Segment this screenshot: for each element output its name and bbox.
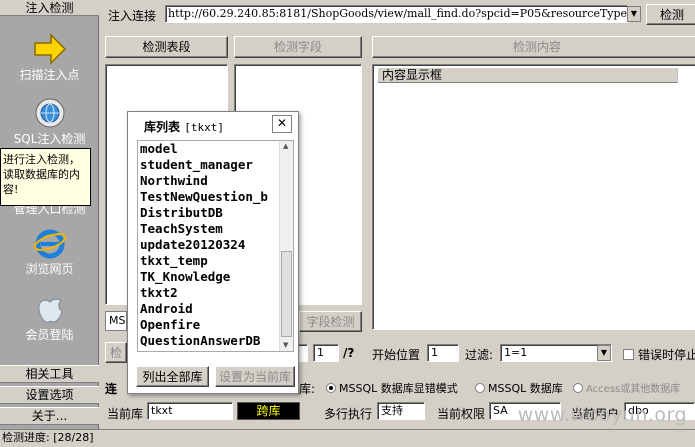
db-list-item[interactable]: TK_Knowledge [138,269,278,285]
db-list-item[interactable]: tkxt_temp [138,253,278,269]
sidebar-item-label: 会员登陆 [25,328,74,342]
watermark: www.wooyun.org [517,404,687,426]
url-label: 注入连接 [108,9,157,23]
field-detect-button[interactable]: 字段检测 [299,311,362,332]
db-list-dialog: 库列表 [tkxt] ✕ model student_manager Northwi… [127,111,299,394]
multi-exec-field[interactable]: 支持 [377,402,425,420]
conn-label-partial: 连 [105,382,118,396]
page-field[interactable]: 1 [313,344,339,362]
checkbox-box [623,349,634,360]
current-db-field[interactable]: tkxt [147,402,233,420]
db-list-item[interactable]: Android [138,301,278,317]
url-dropdown-arrow[interactable]: ▼ [627,6,641,22]
current-perm-label: 当前权限 [437,407,486,421]
detect-content-button[interactable]: 检测内容 [372,36,695,58]
sidebar-btn-tools[interactable]: 相关工具 [0,365,99,383]
sidebar-btn-about[interactable]: 关于... [0,407,99,425]
radio-access-label: Access或其他数据库 [586,384,681,395]
filter-dropdown-arrow[interactable]: ▼ [597,345,611,361]
sidebar-item-scan[interactable]: 扫描注入点 [0,26,99,88]
sidebar-item-label: SQL注入检测 [13,132,86,146]
db-list-item[interactable]: model [138,141,278,157]
content-header: 内容显示框 [378,68,678,83]
db-type-label: 库: [299,382,316,396]
radio-off [475,383,485,393]
radio-off [573,383,583,393]
list-scrollbar[interactable]: ▲ ▼ [279,141,293,351]
filter-combo[interactable]: 1=1 [500,344,612,362]
db-type-combo[interactable]: MS [105,311,127,331]
sidebar-btn-settings[interactable]: 设置选项 [0,386,99,404]
dialog-title: 库列表 [tkxt] [144,120,224,134]
radio-on [326,383,336,393]
db-list-item[interactable]: TestNewQuestion_b [138,189,278,205]
stop-on-error-checkbox[interactable]: 错误时停止 [623,346,695,363]
list-all-db-button[interactable]: 列出全部库 [136,366,209,387]
db-list-items: model student_manager Northwind TestNewQues… [138,141,293,349]
ie-browser-icon [33,229,66,259]
detect-partial-button[interactable]: 检 [105,342,127,363]
sidebar-item-sql-inject[interactable]: SQL注入检测 [0,90,99,152]
cross-db-button[interactable]: 跨库 [237,402,300,420]
db-list-item[interactable]: DistributDB [138,205,278,221]
db-list-item[interactable]: update20120324 [138,237,278,253]
status-bar: 检测进度: [28/28] [0,429,695,447]
db-list-item[interactable]: student_manager [138,157,278,173]
start-pos-label: 开始位置 [372,348,421,362]
db-list-item[interactable]: Northwind [138,173,278,189]
sidebar-header[interactable]: 注入检测 [0,0,99,16]
check-button[interactable]: 检测 [646,4,695,25]
db-list-item[interactable]: tkxt2 [138,285,278,301]
scroll-up-icon[interactable]: ▲ [283,142,288,150]
url-input[interactable]: http://60.29.240.85:8181/ShopGoods/view/… [165,5,628,23]
arrow-right-icon [33,33,66,65]
apple-icon [37,294,63,323]
db-list-item[interactable]: QuestionAnswerDB [138,333,278,349]
filter-label: 过滤: [465,348,494,362]
sidebar-item-login[interactable]: 会员登陆 [0,286,99,348]
db-list-item[interactable]: Openfire [138,317,278,333]
detect-table-button[interactable]: 检测表段 [105,36,228,58]
multi-exec-label: 多行执行 [324,407,373,421]
db-list-item[interactable]: TeachSystem [138,221,278,237]
scroll-thumb[interactable] [281,251,292,337]
page-suffix: /? [343,346,355,360]
current-db-label: 当前库 [107,407,144,421]
progress-text: 检测进度: [28/28] [2,431,94,444]
sidebar-item-browse[interactable]: 浏览网页 [0,220,99,282]
set-current-db-button[interactable]: 设置为当前库 [215,366,295,387]
sidebar-item-label: 浏览网页 [25,262,74,276]
radio-mssql-error[interactable]: MSSQL 数据库显错模式 [326,380,458,396]
gear-globe-icon [35,98,64,128]
radio-access[interactable]: Access或其他数据库 [573,380,695,395]
radio-mssql-label: MSSQL 数据库 [488,382,563,395]
db-list[interactable]: model student_manager Northwind TestNewQues… [137,140,294,352]
sidebar-tooltip: 进行注入检测，读取数据库的内容! [0,148,91,206]
dialog-title-tag: [tkxt] [184,121,224,134]
scroll-down-icon[interactable]: ▼ [283,341,288,349]
sidebar: 注入检测 扫描注入点 SQL注入检测 管理入口检测 浏览网页 会员登陆 相关工具… [0,0,99,429]
radio-mssql-error-label: MSSQL 数据库显错模式 [339,382,458,395]
start-pos-field[interactable]: 1 [427,344,459,362]
close-icon[interactable]: ✕ [272,115,292,133]
sidebar-item-label: 扫描注入点 [19,68,80,82]
detect-field-button[interactable]: 检测字段 [234,36,362,58]
radio-mssql[interactable]: MSSQL 数据库 [475,380,563,396]
stop-on-error-label: 错误时停止 [638,348,695,362]
content-grid[interactable]: 内容显示框 [372,64,695,330]
